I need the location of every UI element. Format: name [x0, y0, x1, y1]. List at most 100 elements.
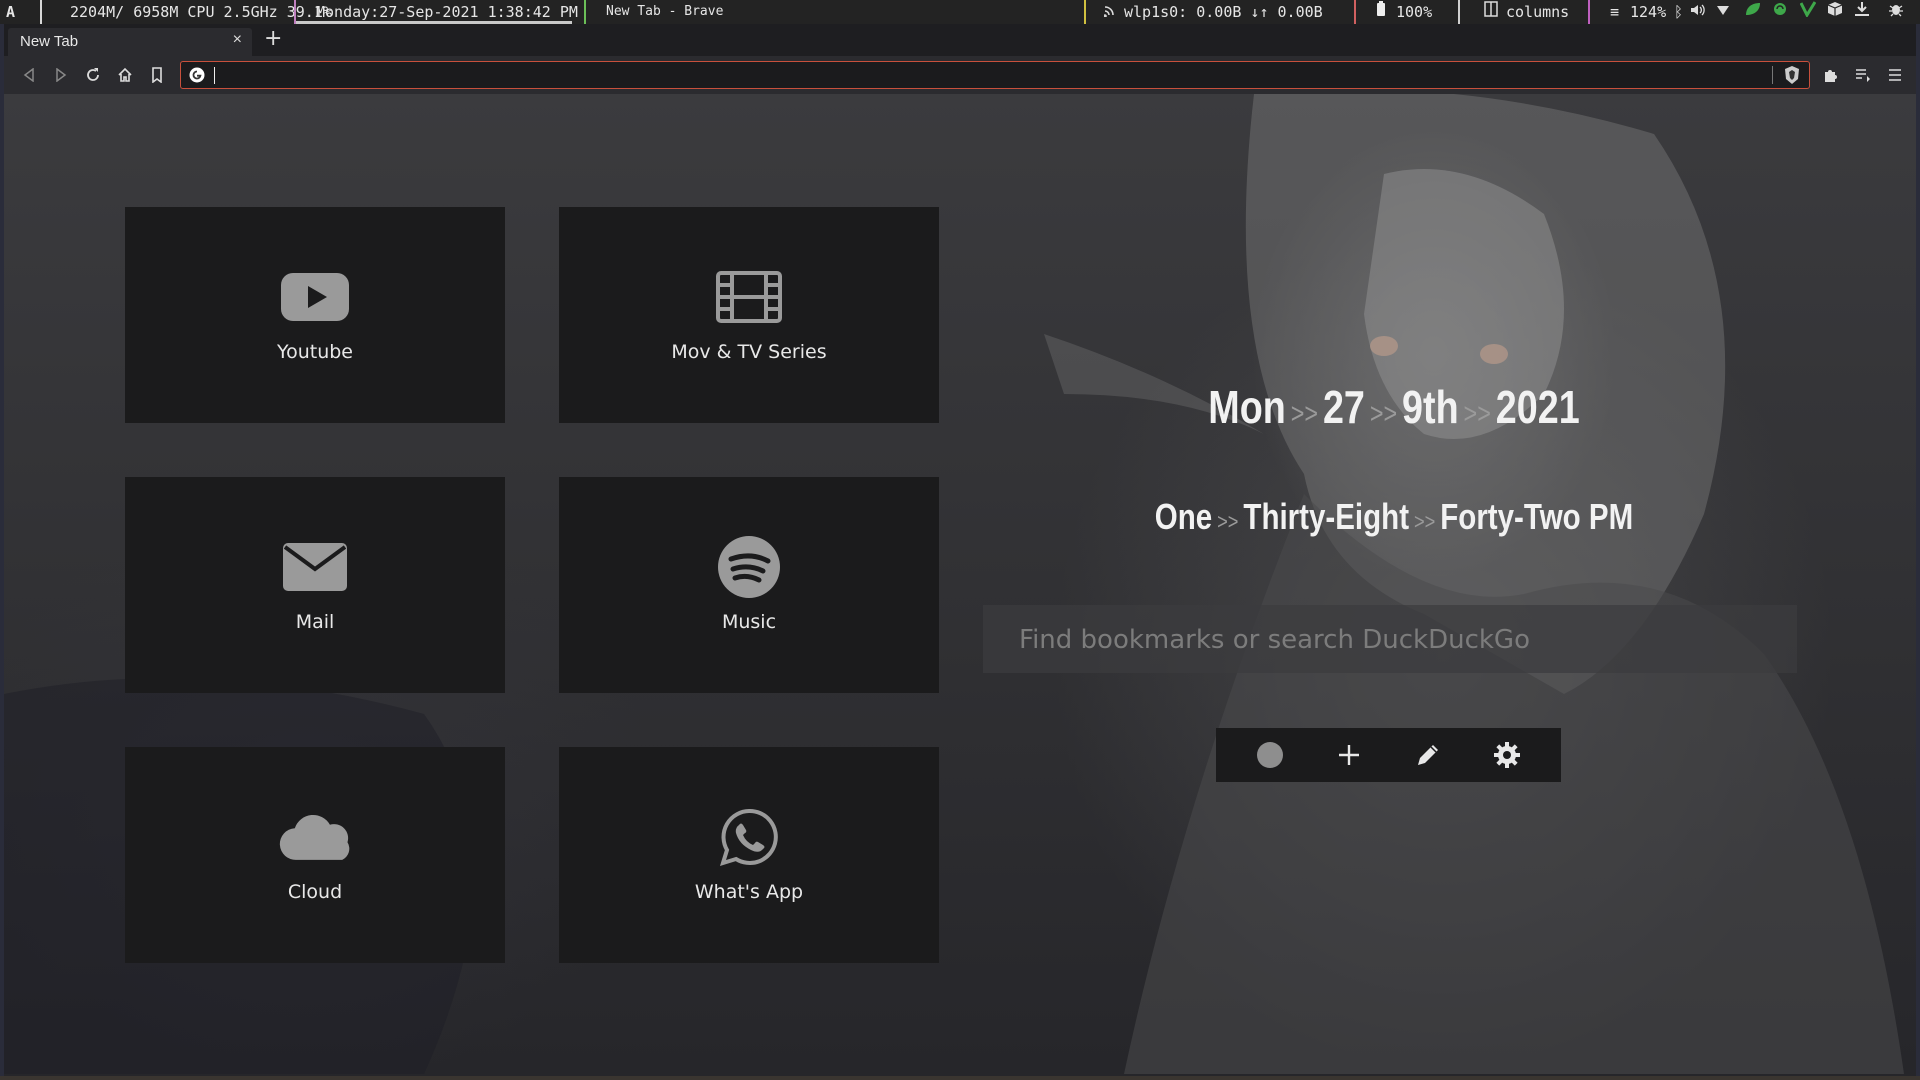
- time-minute: Thirty-Eight: [1243, 496, 1410, 537]
- tile-youtube[interactable]: Youtube: [125, 207, 505, 423]
- reload-icon: [87, 68, 99, 81]
- home-icon: [118, 67, 132, 82]
- time-separator: >>: [1217, 509, 1239, 534]
- wifi-icon: [1103, 0, 1116, 24]
- settings-button[interactable]: [1487, 735, 1527, 775]
- date-separator: >>: [1463, 398, 1491, 430]
- edit-button[interactable]: [1408, 735, 1448, 775]
- back-button[interactable]: [18, 64, 40, 86]
- divider: [1354, 0, 1356, 24]
- bookmark-icon: [152, 67, 162, 83]
- bookmark-button[interactable]: [146, 64, 168, 86]
- plus-icon: [1338, 745, 1359, 765]
- mail-icon: [279, 537, 351, 597]
- tile-music[interactable]: Music: [559, 477, 939, 693]
- gear-icon: [1494, 742, 1521, 768]
- time-display: One >> Thirty-Eight >> Forty-Two PM: [1074, 496, 1714, 538]
- date-month: 9th: [1402, 381, 1459, 433]
- pencil-icon: [1418, 745, 1439, 765]
- new-tab-page: Youtube Mov & TV Series Mail Music Cloud…: [4, 94, 1916, 1076]
- tab-title: New Tab: [20, 33, 79, 50]
- time-hour: One: [1154, 496, 1213, 537]
- tile-whatsapp[interactable]: What's App: [559, 747, 939, 963]
- tile-label: Youtube: [277, 341, 353, 363]
- new-tab-button[interactable]: +: [264, 26, 282, 51]
- desktop-edge: [1916, 24, 1920, 1080]
- tile-mail[interactable]: Mail: [125, 477, 505, 693]
- time-second: Forty-Two PM: [1440, 496, 1634, 537]
- window-title: New Tab - Brave: [606, 4, 724, 19]
- launcher-label[interactable]: A: [6, 0, 15, 24]
- divider: [1772, 66, 1773, 84]
- vim-icon[interactable]: [1799, 0, 1817, 24]
- volume-level: 124%: [1630, 3, 1667, 21]
- tab-strip: New Tab × +: [4, 24, 1916, 56]
- action-bar: [1216, 728, 1561, 782]
- divider: [1458, 0, 1460, 24]
- package-icon[interactable]: [1826, 0, 1844, 24]
- sync-icon[interactable]: [1772, 0, 1788, 24]
- search-input[interactable]: [1017, 605, 1781, 675]
- speaker-icon[interactable]: [1690, 0, 1706, 24]
- tile-label: Cloud: [287, 881, 343, 903]
- tile-movies[interactable]: Mov & TV Series: [559, 207, 939, 423]
- forward-button[interactable]: [50, 64, 72, 86]
- date-separator: >>: [1369, 398, 1398, 430]
- divider: [584, 0, 586, 24]
- playlist-icon: [1856, 69, 1870, 82]
- whatsapp-icon: [713, 807, 785, 867]
- tab-close-icon[interactable]: ×: [233, 31, 242, 49]
- menu-icon[interactable]: ≡: [1610, 0, 1619, 24]
- spotify-icon: [713, 536, 785, 598]
- tab-new-tab[interactable]: New Tab ×: [8, 28, 252, 56]
- extensions-button[interactable]: [1820, 64, 1842, 86]
- system-info: 2204M/ 6958M CPU 2.5GHz 39.1%: [70, 3, 332, 21]
- layout-name[interactable]: columns: [1506, 0, 1569, 24]
- tile-cloud[interactable]: Cloud: [125, 747, 505, 963]
- hamburger-icon: [1889, 69, 1901, 81]
- tile-label: What's App: [694, 881, 804, 903]
- desktop-edge: [0, 1076, 1920, 1080]
- leaf-icon[interactable]: [1744, 0, 1762, 24]
- date-number: 27: [1322, 381, 1365, 433]
- circle-icon: [1256, 742, 1283, 768]
- back-icon: [23, 68, 34, 82]
- brave-shields-icon[interactable]: [1783, 65, 1801, 89]
- divider: [1588, 0, 1590, 24]
- battery-level: 100%: [1396, 3, 1433, 21]
- divider: [40, 0, 42, 24]
- tile-label: Music: [721, 611, 777, 633]
- address-bar[interactable]: [180, 61, 1810, 89]
- battery-icon: [1376, 0, 1386, 24]
- tile-label: Mail: [295, 611, 335, 633]
- system-status-bar: A 2204M/ 6958M CPU 2.5GHz 39.1% Monday:2…: [0, 0, 1920, 24]
- google-icon: [189, 67, 205, 87]
- wifi-signal-icon[interactable]: [1716, 0, 1730, 24]
- cloud-icon: [279, 807, 351, 867]
- divider: [1084, 0, 1086, 24]
- date-day: Mon: [1208, 381, 1286, 433]
- date-display: Mon >> 27 >> 9th >> 2021: [1074, 380, 1714, 434]
- date-separator: >>: [1290, 398, 1319, 430]
- reload-button[interactable]: [82, 64, 104, 86]
- download-icon[interactable]: [1854, 0, 1870, 24]
- search-box[interactable]: [983, 605, 1797, 675]
- add-button[interactable]: [1329, 735, 1369, 775]
- tile-label: Mov & TV Series: [671, 341, 827, 363]
- time-separator: >>: [1413, 509, 1436, 534]
- browser-toolbar: [4, 56, 1916, 94]
- layout-icon[interactable]: [1484, 0, 1498, 24]
- theme-toggle-button[interactable]: [1250, 735, 1290, 775]
- forward-icon: [56, 68, 67, 82]
- reading-list-button[interactable]: [1852, 64, 1874, 86]
- date-year: 2021: [1495, 381, 1580, 433]
- bluetooth-icon[interactable]: ᛒ: [1674, 0, 1683, 24]
- network-speed: wlp1s0: 0.00B ↓↑ 0.00B: [1124, 3, 1323, 21]
- puzzle-icon: [1825, 70, 1837, 82]
- home-button[interactable]: [114, 64, 136, 86]
- youtube-icon: [279, 267, 351, 327]
- menu-button[interactable]: [1884, 64, 1906, 86]
- address-input[interactable]: [215, 65, 1619, 87]
- bug-icon[interactable]: [1888, 0, 1904, 24]
- film-icon: [713, 267, 785, 327]
